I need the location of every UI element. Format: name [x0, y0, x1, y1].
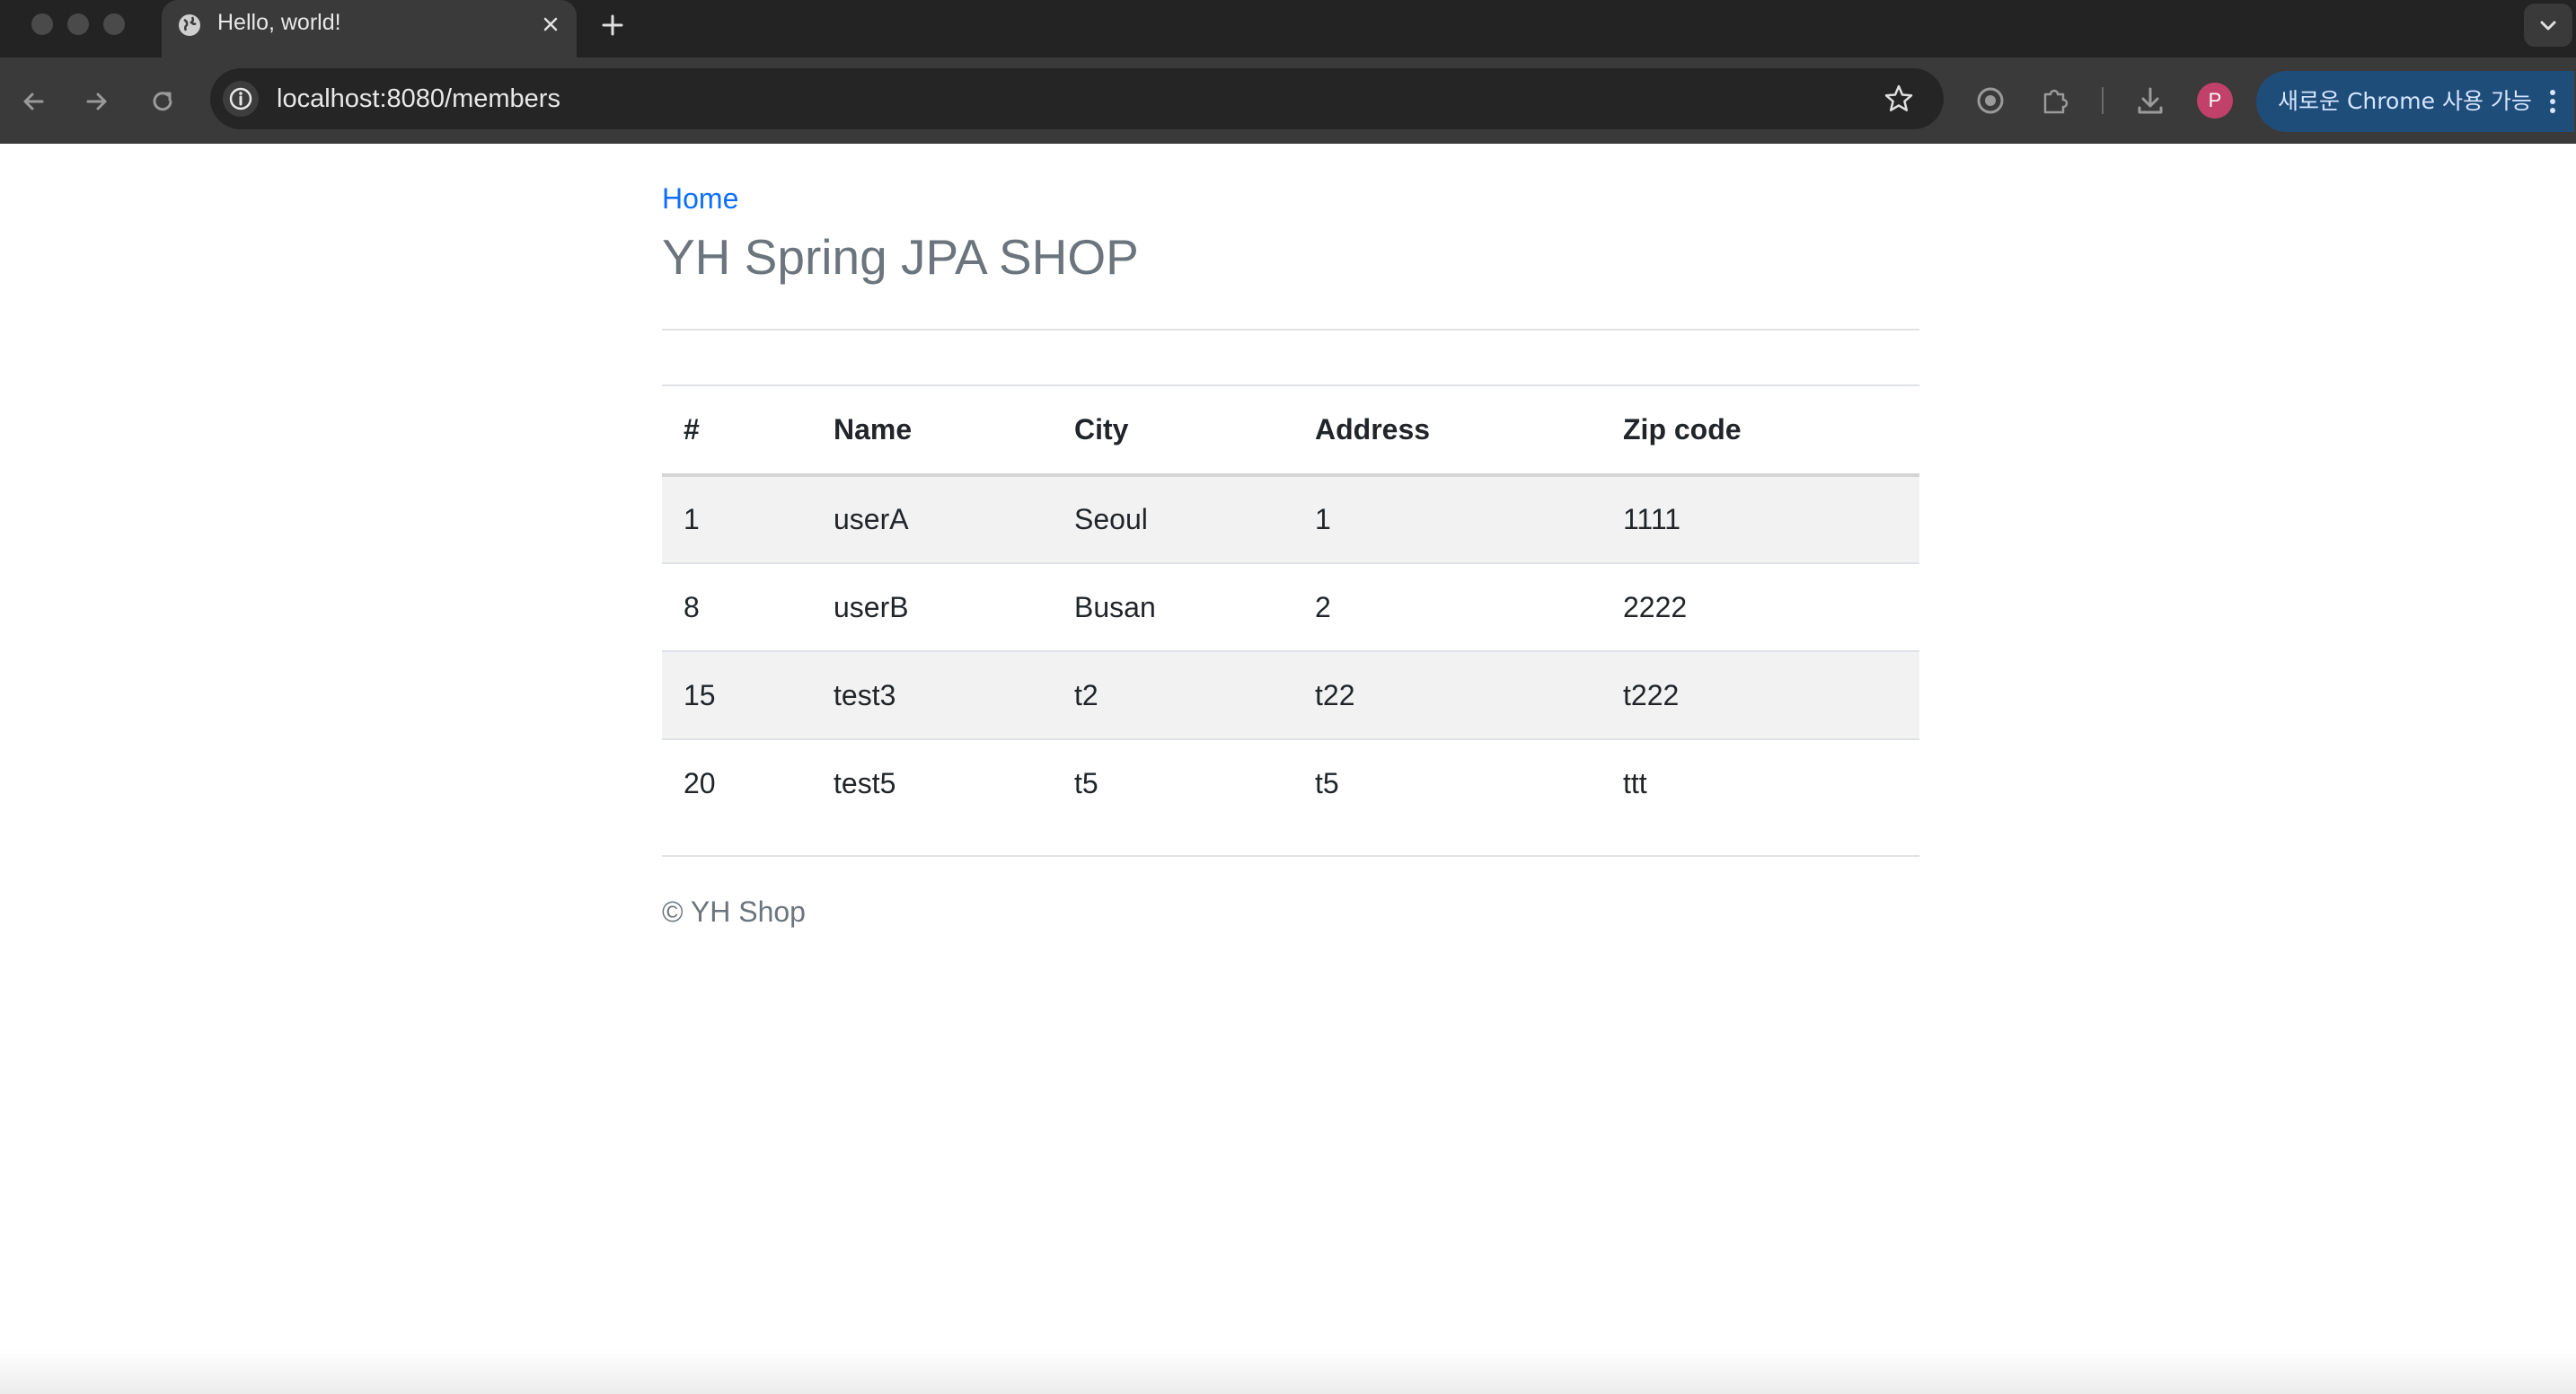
footer-divider	[662, 855, 1919, 857]
cell-id: 20	[684, 767, 716, 799]
star-icon[interactable]	[1883, 83, 1915, 115]
cell-address: t5	[1315, 767, 1339, 799]
cell-name: userB	[834, 590, 909, 623]
table-row: 1 userA Seoul 1 1111	[662, 475, 1919, 563]
cell-address: 1	[1315, 503, 1331, 535]
window-close-button[interactable]	[31, 13, 53, 35]
address-bar[interactable]: localhost:8080/members	[210, 68, 1944, 129]
cell-city: t5	[1074, 767, 1098, 799]
column-header-address: Address	[1315, 413, 1431, 446]
target-icon[interactable]	[1972, 83, 2008, 119]
table-row: 15 test3 t2 t22 t222	[662, 651, 1919, 739]
chrome-update-button[interactable]: 새로운 Chrome 사용 가능	[2256, 71, 2574, 132]
cell-address: 2	[1315, 590, 1331, 623]
column-header-id: #	[684, 413, 700, 446]
cell-city: Seoul	[1074, 503, 1148, 535]
browser-tab[interactable]: Hello, world!	[162, 0, 577, 57]
toolbar-separator	[2102, 87, 2104, 114]
column-header-zipcode: Zip code	[1623, 413, 1742, 446]
close-icon[interactable]	[537, 11, 564, 38]
download-icon[interactable]	[2132, 83, 2168, 119]
page-title: YH Spring JPA SHOP	[662, 229, 1139, 285]
cell-name: test5	[834, 767, 896, 799]
cell-id: 15	[684, 678, 716, 711]
viewport-bottom-shade	[0, 1349, 2576, 1394]
cell-city: t2	[1074, 678, 1098, 711]
tab-title: Hello, world!	[217, 10, 341, 35]
cell-zipcode: t222	[1623, 678, 1680, 711]
more-vertical-icon[interactable]	[2542, 85, 2563, 118]
chrome-update-label: 새로운 Chrome 사용 가능	[2278, 88, 2532, 114]
globe-icon	[179, 14, 200, 36]
site-info-button[interactable]	[223, 81, 259, 117]
browser-toolbar: localhost:8080/members P 새로운 Chrome 사용 가…	[0, 57, 2576, 144]
cell-name: test3	[834, 678, 896, 711]
tab-strip: Hello, world!	[0, 0, 2576, 57]
column-header-city: City	[1074, 413, 1129, 446]
cell-zipcode: ttt	[1623, 767, 1647, 799]
tab-search-button[interactable]	[2524, 4, 2572, 47]
cell-id: 8	[684, 590, 700, 623]
forward-arrow-icon[interactable]	[82, 86, 112, 117]
plus-icon[interactable]	[596, 9, 629, 41]
cell-zipcode: 2222	[1623, 590, 1688, 623]
table-header-row: # Name City Address Zip code	[662, 385, 1919, 475]
window-zoom-button[interactable]	[103, 13, 125, 35]
members-table: # Name City Address Zip code 1 userA Seo…	[662, 384, 1919, 827]
footer-text: © YH Shop	[662, 896, 806, 928]
table-row: 8 userB Busan 2 2222	[662, 563, 1919, 651]
chevron-down-icon	[2540, 21, 2556, 31]
profile-avatar[interactable]: P	[2197, 83, 2233, 119]
page-content: Home YH Spring JPA SHOP # Name City Addr…	[0, 144, 2576, 1394]
back-arrow-icon[interactable]	[18, 86, 49, 117]
window-minimize-button[interactable]	[67, 13, 89, 35]
cell-id: 1	[684, 503, 700, 535]
reload-icon[interactable]	[147, 86, 178, 117]
cell-address: t22	[1315, 678, 1355, 711]
home-link[interactable]: Home	[662, 181, 738, 216]
table-row: 20 test5 t5 t5 ttt	[662, 739, 1919, 827]
info-icon	[229, 87, 252, 110]
header-divider	[662, 329, 1919, 331]
cell-name: userA	[834, 503, 909, 535]
url-text[interactable]: localhost:8080/members	[277, 84, 560, 114]
column-header-name: Name	[834, 413, 913, 446]
puzzle-icon[interactable]	[2037, 83, 2073, 119]
cell-city: Busan	[1074, 590, 1156, 623]
cell-zipcode: 1111	[1623, 503, 1681, 535]
